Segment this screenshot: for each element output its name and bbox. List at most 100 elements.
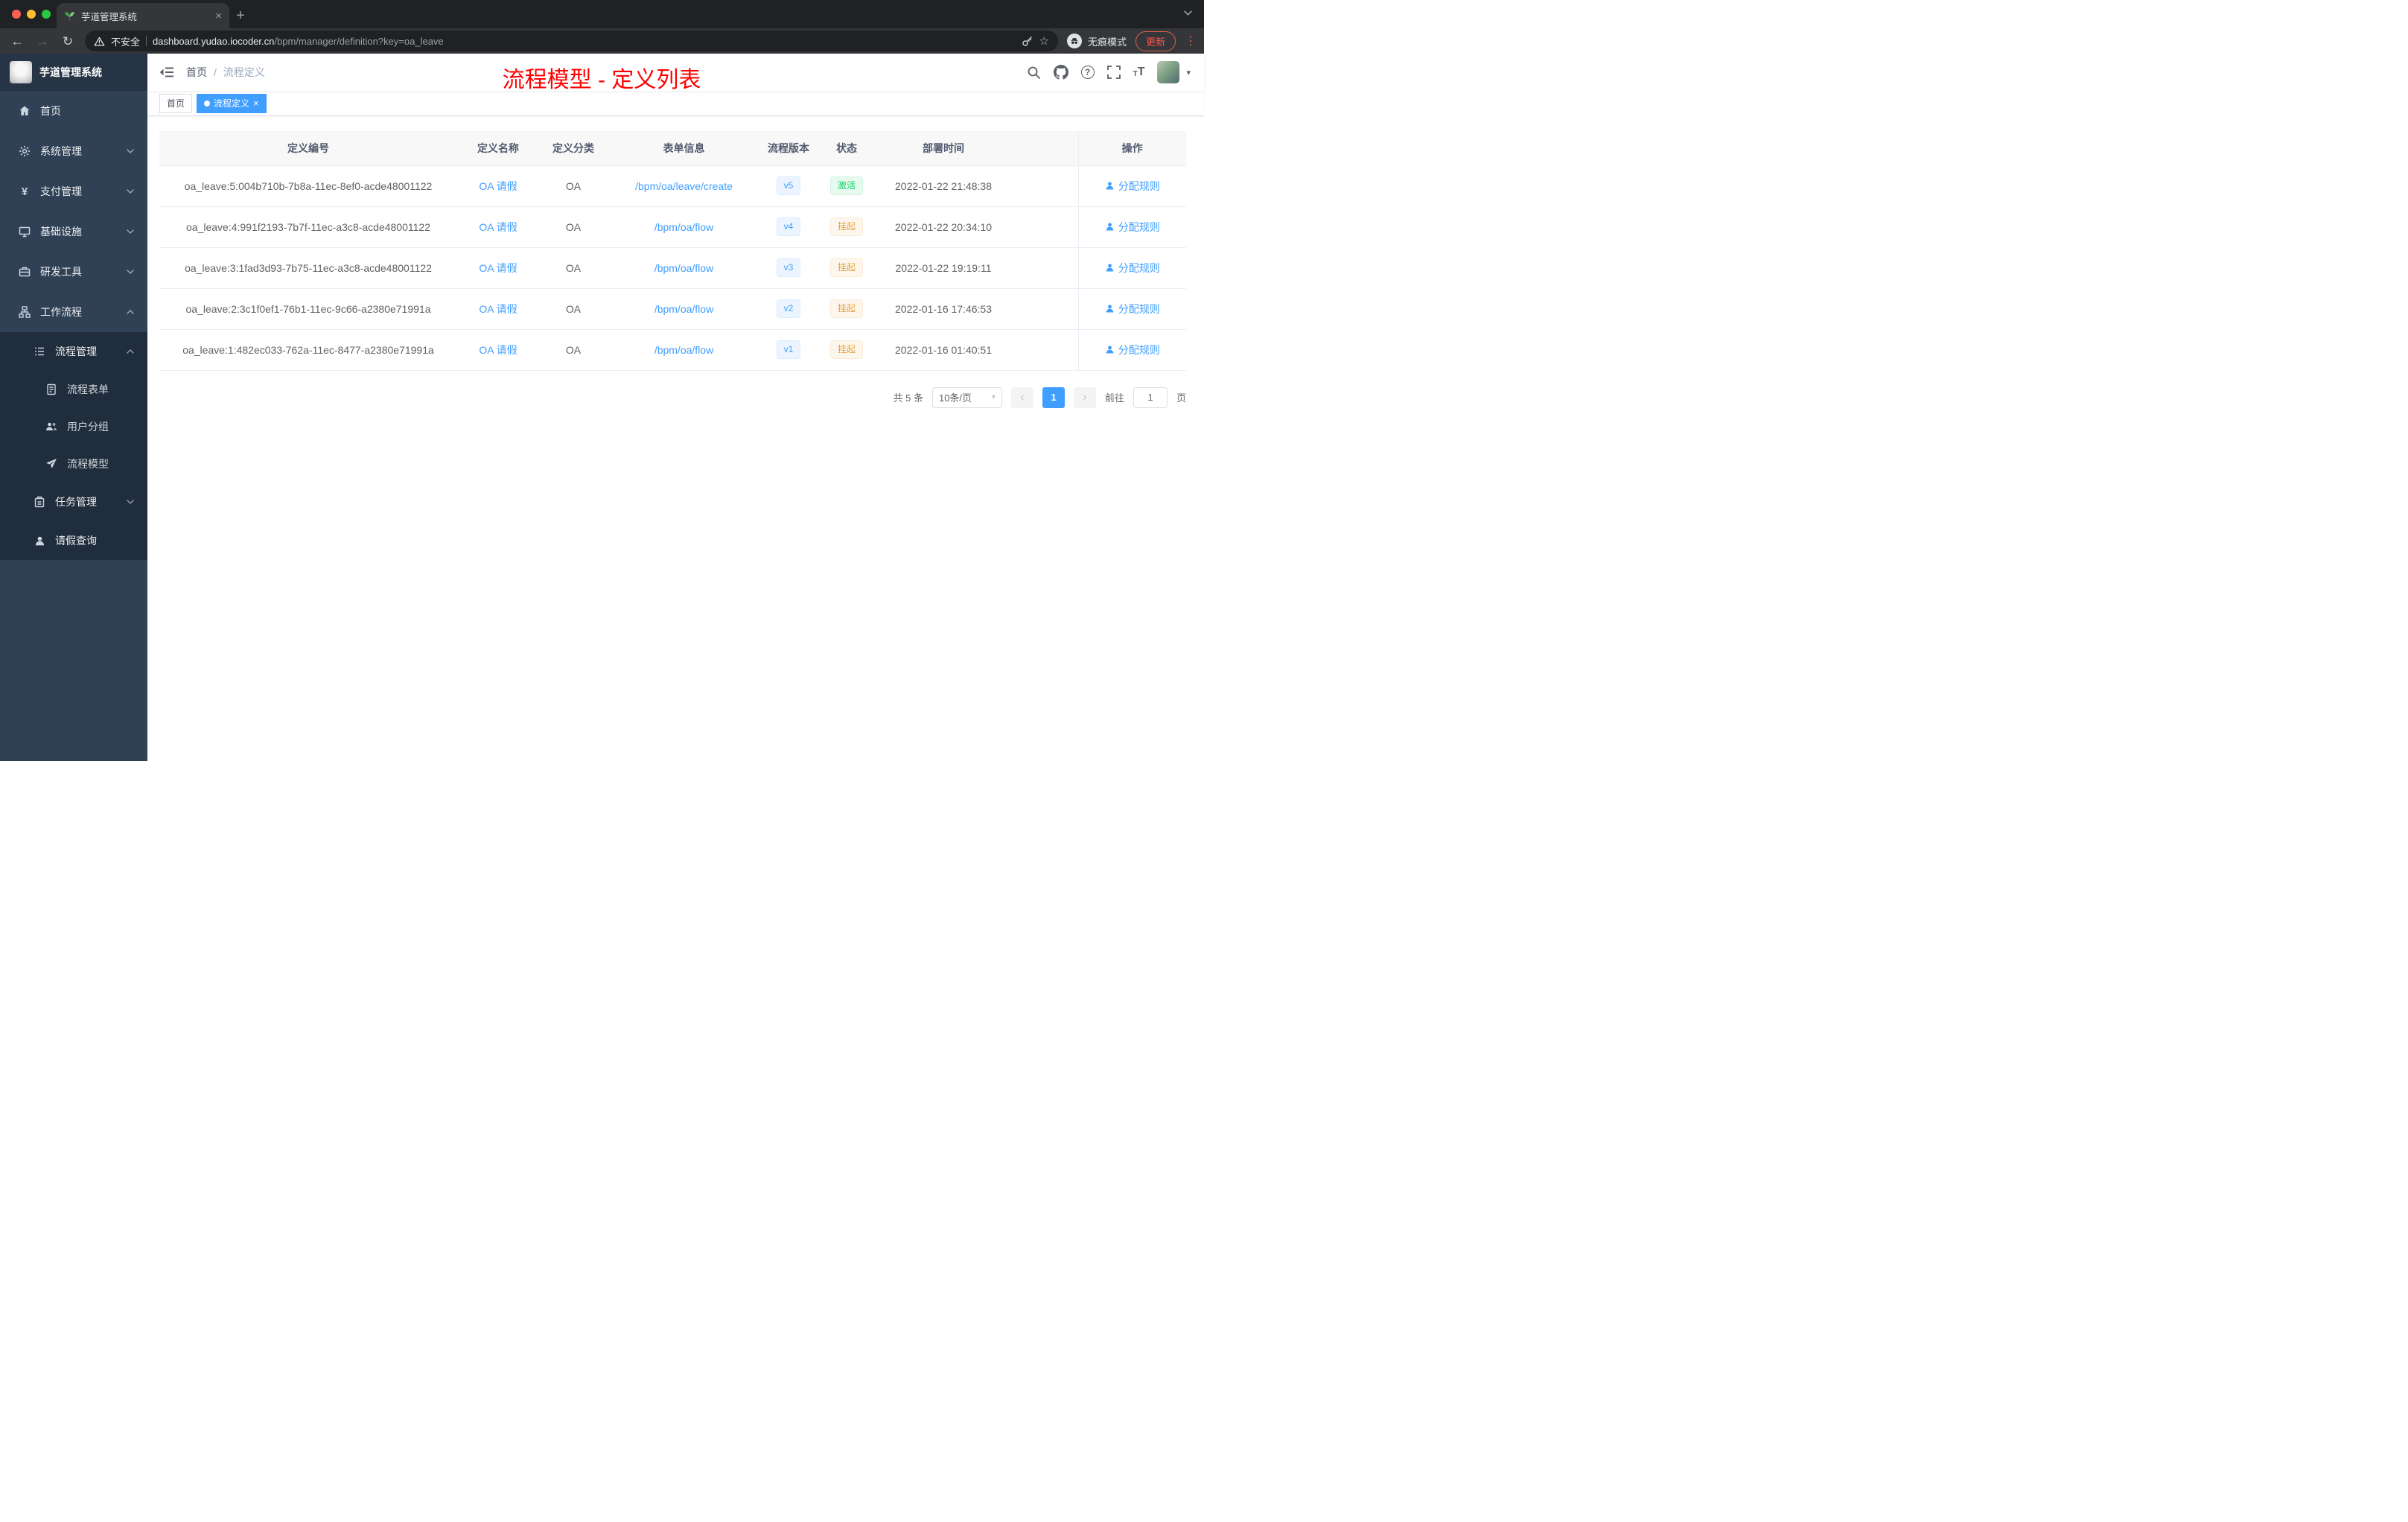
window-close-button[interactable]: [12, 10, 21, 19]
form-info-link[interactable]: /bpm/oa/leave/create: [635, 180, 733, 192]
assign-rule-link[interactable]: 分配规则: [1105, 220, 1160, 235]
col-definition-category: 定义分类: [539, 131, 608, 166]
incognito-label: 无痕模式: [1087, 36, 1127, 48]
assign-rule-link[interactable]: 分配规则: [1105, 302, 1160, 316]
back-icon[interactable]: ←: [9, 35, 25, 48]
user-avatar[interactable]: [1157, 61, 1180, 83]
sidebar-item-leave-query[interactable]: 请假查询: [0, 521, 147, 560]
definition-category: OA: [539, 247, 608, 289]
tab-close-icon[interactable]: ×: [215, 10, 222, 22]
assign-rule-link[interactable]: 分配规则: [1105, 261, 1160, 276]
form-info-link[interactable]: /bpm/oa/flow: [654, 221, 713, 233]
sidebar-toggle-icon[interactable]: [159, 66, 174, 79]
sidebar-item-process-form[interactable]: 流程表单: [0, 371, 147, 408]
chevron-down-icon: [127, 189, 134, 194]
logo-avatar: [10, 61, 32, 83]
sidebar-item-user-group[interactable]: 用户分组: [0, 408, 147, 445]
page-number-1[interactable]: 1: [1042, 386, 1065, 408]
sidebar-item-home[interactable]: 首页: [0, 91, 147, 131]
filler-cell: [1010, 247, 1078, 289]
definition-category: OA: [539, 288, 608, 330]
font-size-icon[interactable]: TT: [1133, 66, 1145, 78]
search-icon[interactable]: [1027, 66, 1041, 80]
tag-close-icon[interactable]: ×: [253, 98, 259, 108]
sidebar-item-infrastructure[interactable]: 基础设施: [0, 211, 147, 252]
reload-icon[interactable]: ↻: [60, 35, 76, 48]
bookmark-star-icon[interactable]: ☆: [1039, 34, 1049, 48]
table-row: oa_leave:3:1fad3d93-7b75-11ec-a3c8-acde4…: [159, 247, 1186, 289]
fullscreen-icon[interactable]: [1106, 66, 1121, 79]
filler-cell: [1010, 288, 1078, 330]
chevron-up-icon: [127, 310, 134, 314]
sidebar-item-process-management[interactable]: 流程管理: [0, 332, 147, 371]
definition-name-link[interactable]: OA 请假: [479, 303, 517, 315]
definition-id: oa_leave:1:482ec033-762a-11ec-8477-a2380…: [159, 329, 457, 371]
tab-overflow-icon[interactable]: [1184, 10, 1192, 16]
sidebar-item-workflow[interactable]: 工作流程: [0, 292, 147, 332]
browser-tab[interactable]: 芋道管理系统 ×: [57, 3, 229, 28]
github-icon[interactable]: [1053, 65, 1068, 80]
tag-home[interactable]: 首页: [159, 93, 193, 113]
window-minimize-button[interactable]: [27, 10, 36, 19]
definition-id: oa_leave:5:004b710b-7b8a-11ec-8ef0-acde4…: [159, 165, 457, 207]
next-page-button[interactable]: ›: [1073, 386, 1096, 408]
definition-category: OA: [539, 329, 608, 371]
goto-page-input[interactable]: [1133, 386, 1168, 408]
page-content: 定义编号 定义名称 定义分类 表单信息 流程版本 状态 部署时间 操作 oa_l…: [147, 116, 1204, 408]
status-badge: 挂起: [829, 258, 863, 277]
avatar-caret-icon[interactable]: ▾: [1186, 68, 1191, 77]
version-badge: v2: [776, 299, 801, 318]
breadcrumb-home[interactable]: 首页: [186, 65, 207, 80]
table-row: oa_leave:1:482ec033-762a-11ec-8477-a2380…: [159, 329, 1186, 371]
status-badge: 挂起: [829, 340, 863, 359]
deploy-time: 2022-01-22 20:34:10: [876, 206, 1010, 248]
gear-icon: [18, 145, 31, 157]
sidebar-item-system[interactable]: 系统管理: [0, 131, 147, 171]
tag-process-definition[interactable]: 流程定义 ×: [197, 93, 267, 113]
new-tab-button[interactable]: +: [229, 4, 252, 27]
navbar-actions: ? TT ▾: [1027, 61, 1191, 83]
definition-id: oa_leave:4:991f2193-7b7f-11ec-a3c8-acde4…: [159, 206, 457, 248]
definition-name-link[interactable]: OA 请假: [479, 180, 517, 192]
home-icon: [18, 105, 31, 117]
monitor-icon: [18, 226, 31, 238]
deploy-time: 2022-01-22 19:19:11: [876, 247, 1010, 289]
user-icon: [33, 535, 46, 547]
browser-toolbar: ← → ↻ 不安全 dashboard.yudao.iocoder.cn/bpm…: [0, 28, 1204, 54]
chevron-down-icon: ▾: [991, 393, 996, 401]
sidebar-item-task-management[interactable]: 任务管理: [0, 483, 147, 521]
table-row: oa_leave:5:004b710b-7b8a-11ec-8ef0-acde4…: [159, 165, 1186, 207]
page-size-select[interactable]: 10条/页 ▾: [931, 386, 1002, 408]
col-actions: 操作: [1077, 131, 1186, 166]
window-zoom-button[interactable]: [42, 10, 51, 19]
definition-id: oa_leave:3:1fad3d93-7b75-11ec-a3c8-acde4…: [159, 247, 457, 289]
sidebar-item-dev-tools[interactable]: 研发工具: [0, 252, 147, 292]
goto-label: 前往: [1104, 392, 1124, 404]
filler-cell: [1010, 165, 1078, 207]
assign-rule-link[interactable]: 分配规则: [1105, 343, 1160, 357]
form-info-link[interactable]: /bpm/oa/flow: [654, 303, 713, 315]
workflow-icon: [18, 306, 31, 318]
sidebar-item-payment[interactable]: ¥ 支付管理: [0, 171, 147, 211]
forward-icon[interactable]: →: [34, 35, 51, 48]
sidebar-item-process-model[interactable]: 流程模型: [0, 445, 147, 483]
form-info-link[interactable]: /bpm/oa/flow: [654, 344, 713, 356]
definition-name-link[interactable]: OA 请假: [479, 221, 517, 233]
password-key-icon[interactable]: [1022, 35, 1033, 47]
security-label: 不安全: [111, 36, 141, 48]
definition-name-link[interactable]: OA 请假: [479, 344, 517, 356]
prev-page-button[interactable]: ‹: [1010, 386, 1033, 408]
chrome-update-button[interactable]: 更新: [1135, 31, 1176, 51]
help-icon[interactable]: ?: [1080, 66, 1095, 79]
form-info-link[interactable]: /bpm/oa/flow: [654, 262, 713, 274]
browser-menu-icon[interactable]: ⋮: [1185, 34, 1197, 48]
assign-rule-link[interactable]: 分配规则: [1105, 179, 1160, 194]
address-bar[interactable]: 不安全 dashboard.yudao.iocoder.cn/bpm/manag…: [85, 31, 1058, 51]
definition-id: oa_leave:2:3c1f0ef1-76b1-11ec-9c66-a2380…: [159, 288, 457, 330]
tab-favicon: [64, 10, 75, 22]
user-icon: [1105, 304, 1115, 313]
table-row: oa_leave:4:991f2193-7b7f-11ec-a3c8-acde4…: [159, 206, 1186, 248]
users-icon: [45, 421, 58, 433]
definition-name-link[interactable]: OA 请假: [479, 262, 517, 274]
breadcrumb-current: 流程定义: [223, 66, 265, 78]
